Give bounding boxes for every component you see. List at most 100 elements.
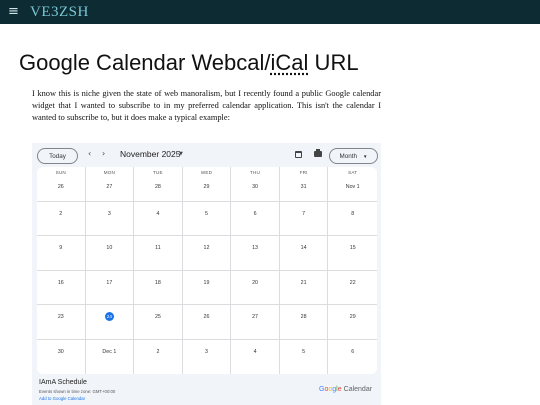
date-number[interactable]: 4 [254, 348, 257, 356]
day-cell[interactable]: 16 [37, 270, 86, 305]
view-select-button[interactable]: Month ▼ [329, 148, 378, 164]
chevron-down-icon: ▼ [363, 153, 368, 159]
date-number[interactable]: 3 [108, 210, 111, 218]
site-title-link[interactable]: VE3ZSH [30, 4, 89, 21]
day-cell[interactable]: 20 [231, 270, 280, 305]
chevron-right-icon[interactable]: › [102, 149, 105, 158]
logo-suffix: Calendar [343, 386, 373, 393]
day-cell[interactable]: 11 [134, 236, 183, 271]
day-cell[interactable]: 14 [279, 236, 329, 271]
day-cell[interactable]: SUN 26 [37, 167, 86, 202]
date-number[interactable]: 28 [301, 313, 307, 321]
date-number[interactable]: 16 [58, 279, 64, 287]
today-date[interactable]: 24 [104, 312, 114, 321]
date-number[interactable]: 11 [155, 244, 161, 252]
date-number[interactable]: 5 [302, 348, 305, 356]
day-cell[interactable]: 2 [37, 201, 86, 236]
day-cell[interactable]: 7 [279, 201, 329, 236]
chevron-left-icon[interactable]: ‹ [88, 149, 91, 158]
date-number[interactable]: 3 [205, 348, 208, 356]
day-cell[interactable]: THU 30 [231, 167, 280, 202]
day-cell[interactable]: 19 [182, 270, 232, 305]
date-number[interactable]: 18 [155, 279, 161, 287]
day-cell[interactable]: 17 [85, 270, 135, 305]
day-cell[interactable]: 10 [85, 236, 135, 271]
date-number[interactable]: 25 [155, 313, 161, 321]
date-number[interactable]: 17 [106, 279, 112, 287]
day-cell[interactable]: Dec 1 [86, 339, 135, 374]
date-number[interactable]: 20 [252, 279, 258, 287]
day-cell[interactable]: 21 [279, 270, 329, 305]
date-number[interactable]: 29 [204, 183, 210, 191]
date-number[interactable]: 13 [252, 244, 258, 252]
date-number[interactable]: 29 [350, 313, 356, 321]
date-number[interactable]: 19 [204, 279, 210, 287]
date-number[interactable]: 30 [252, 183, 258, 191]
google-calendar-logo[interactable]: Google Calendar [319, 386, 372, 393]
date-number[interactable]: 5 [205, 210, 208, 218]
date-number[interactable]: 2 [59, 210, 62, 218]
date-number[interactable]: 30 [58, 348, 64, 356]
day-cell[interactable]: FRI 31 [279, 167, 329, 202]
day-cell[interactable]: 9 [37, 236, 86, 271]
day-cell[interactable]: 3 [85, 201, 135, 236]
day-cell[interactable]: 5 [280, 339, 329, 374]
date-number[interactable]: 6 [351, 348, 354, 356]
day-cell[interactable]: 29 [328, 305, 377, 340]
date-number[interactable]: Nov 1 [346, 183, 360, 191]
day-cell[interactable]: 30 [37, 339, 86, 374]
date-number[interactable]: 21 [301, 279, 307, 287]
day-cell[interactable]: 22 [328, 271, 377, 305]
day-cell[interactable]: 18 [134, 270, 183, 305]
today-button[interactable]: Today [37, 148, 78, 164]
date-number[interactable]: 2 [156, 348, 159, 356]
date-number[interactable]: 22 [350, 279, 356, 287]
day-cell[interactable]: 6 [328, 340, 377, 375]
date-number[interactable]: 8 [351, 210, 354, 218]
date-number[interactable]: 4 [156, 210, 159, 218]
print-icon[interactable] [314, 149, 322, 157]
day-cell[interactable]: 5 [182, 201, 232, 236]
day-cell[interactable]: 25 [134, 305, 183, 340]
intro-paragraph: I know this is niche given the state of … [32, 89, 381, 122]
day-cell[interactable]: 2 [134, 339, 183, 374]
day-cell[interactable]: 27 [231, 305, 280, 340]
date-number[interactable]: 31 [301, 183, 307, 191]
day-cell[interactable]: TUE 28 [134, 167, 183, 202]
day-cell[interactable]: 4 [231, 339, 280, 374]
month-dropdown-icon[interactable]: ▼ [179, 151, 183, 157]
day-cell[interactable]: 23 [37, 305, 86, 340]
day-cell[interactable]: 28 [279, 305, 329, 340]
date-number[interactable]: 27 [252, 313, 258, 321]
day-cell[interactable]: MON 27 [85, 167, 135, 202]
month-label[interactable]: November 2025 [120, 149, 180, 159]
menu-icon[interactable]: ≡ [8, 0, 20, 24]
day-cell[interactable]: 12 [182, 236, 232, 271]
date-number[interactable]: 6 [254, 210, 257, 218]
date-number[interactable]: 26 [204, 313, 210, 321]
date-number[interactable]: Dec 1 [102, 348, 116, 356]
date-number[interactable]: 14 [301, 244, 307, 252]
date-number[interactable]: 23 [58, 313, 64, 321]
day-cell[interactable]: 3 [183, 339, 232, 374]
day-cell[interactable]: SAT Nov 1 [328, 167, 377, 202]
date-number[interactable]: 27 [106, 183, 112, 191]
date-number[interactable]: 15 [350, 244, 356, 252]
day-cell[interactable]: 6 [231, 201, 280, 236]
date-number[interactable]: 9 [59, 244, 62, 252]
date-number[interactable]: 28 [155, 183, 161, 191]
day-cell[interactable]: 24 [85, 305, 135, 340]
date-number[interactable]: 26 [58, 183, 64, 191]
calendar-icon[interactable] [295, 151, 302, 158]
date-number[interactable]: 10 [106, 244, 112, 252]
add-to-google-calendar-link[interactable]: Add to Google Calendar [39, 396, 85, 401]
title-abbr[interactable]: iCal [271, 50, 309, 75]
day-cell[interactable]: 13 [231, 236, 280, 271]
day-cell[interactable]: 4 [134, 201, 183, 236]
day-cell[interactable]: WED 29 [182, 167, 232, 202]
day-cell[interactable]: 15 [328, 236, 377, 271]
date-number[interactable]: 7 [302, 210, 305, 218]
day-cell[interactable]: 26 [182, 305, 232, 340]
date-number[interactable]: 12 [204, 244, 210, 252]
day-cell[interactable]: 8 [328, 202, 377, 236]
